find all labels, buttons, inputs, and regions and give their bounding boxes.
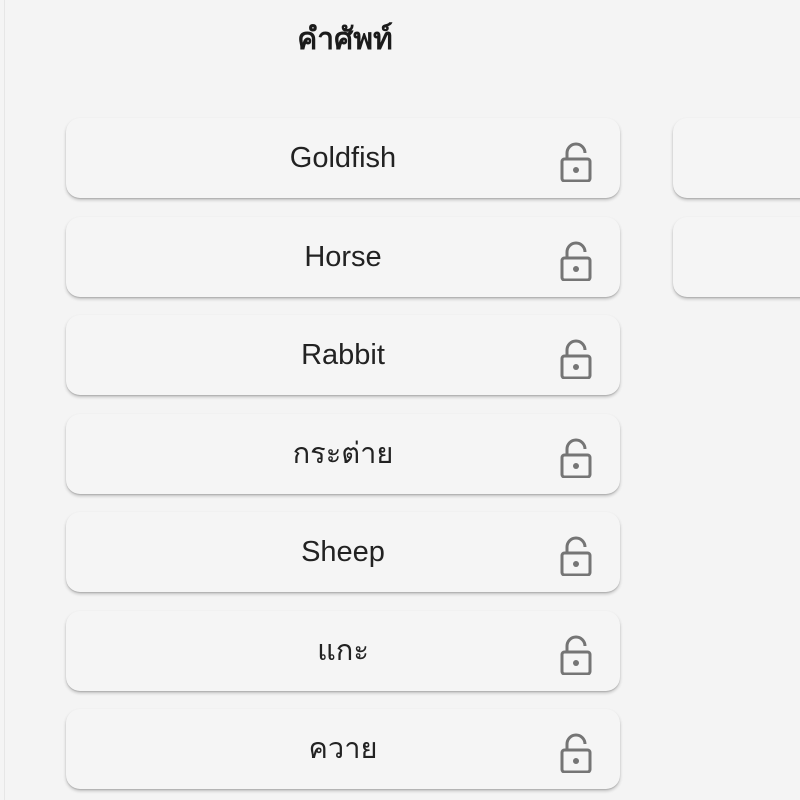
word-card-sheep-thai[interactable]: แกะ: [66, 610, 620, 691]
word-label: แกะ: [317, 634, 369, 667]
word-card-rabbit-thai[interactable]: กระต่าย: [66, 413, 620, 494]
word-card-horse[interactable]: Horse: [66, 216, 620, 297]
word-list: Goldfish Horse Rabbit กระต่าย Sheep แกะ …: [66, 118, 620, 800]
match-card[interactable]: [673, 118, 800, 198]
word-card-buffalo-thai[interactable]: ควาย: [66, 709, 620, 789]
word-label: กระต่าย: [292, 437, 394, 470]
word-card-goldfish[interactable]: Goldfish: [66, 118, 620, 198]
match-label: [673, 217, 800, 297]
word-label: Rabbit: [301, 339, 385, 371]
lock-open-icon: [560, 142, 592, 182]
match-list: [673, 118, 800, 315]
word-label: Sheep: [301, 536, 385, 568]
word-label: ควาย: [308, 733, 378, 765]
lock-open-icon: [560, 339, 592, 379]
word-label: Goldfish: [289, 142, 397, 174]
match-label: [673, 118, 800, 198]
left-divider: [4, 0, 5, 800]
page-title: คำศัพท์: [297, 23, 393, 56]
vocabulary-page: คำศัพท์ Goldfish Horse Rabbit กระต่าย Sh…: [0, 0, 800, 800]
word-label: Horse: [304, 240, 382, 273]
lock-open-icon: [560, 241, 592, 281]
lock-open-icon: [560, 635, 592, 675]
match-card[interactable]: [673, 216, 800, 297]
lock-open-icon: [560, 438, 592, 478]
word-card-sheep[interactable]: Sheep: [66, 512, 620, 592]
lock-open-icon: [560, 733, 592, 773]
word-card-rabbit[interactable]: Rabbit: [66, 315, 620, 395]
lock-open-icon: [560, 536, 592, 576]
